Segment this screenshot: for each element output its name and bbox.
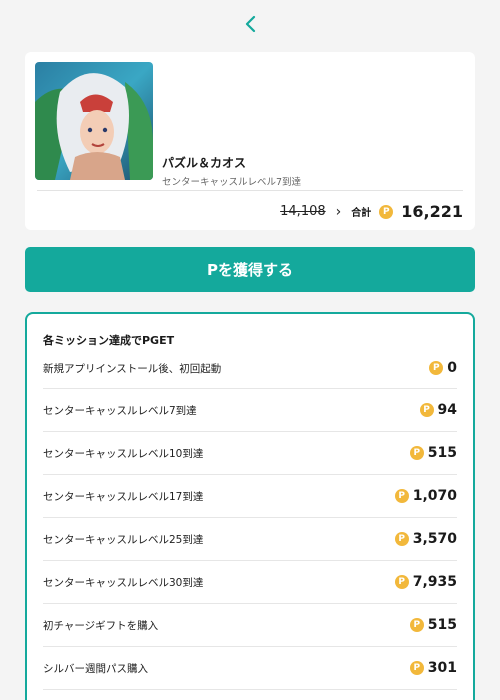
app-card: パズル＆カオス センターキャッスルレベル7到達 14,108 › 合計 P 16… bbox=[25, 52, 475, 230]
point-coin-icon: P bbox=[409, 446, 424, 460]
mission-label: センターキャッスルレベル7到達 bbox=[43, 404, 197, 417]
mission-row: センターキャッスルレベル25到達 P 3,570 bbox=[43, 518, 457, 561]
mission-label: センターキャッスルレベル17到達 bbox=[43, 490, 204, 503]
get-points-button[interactable]: Pを獲得する bbox=[25, 247, 475, 292]
mission-label: シルバー週間パス購入 bbox=[43, 662, 148, 675]
mission-row: シルバー週間パス購入 P 301 bbox=[43, 647, 457, 690]
mission-reward: P 7,935 bbox=[394, 574, 457, 590]
top-bar bbox=[0, 0, 500, 48]
app-thumbnail bbox=[35, 62, 153, 180]
mission-row: センターキャッスルレベル17到達 P 1,070 bbox=[43, 475, 457, 518]
mission-label: 初チャージギフトを購入 bbox=[43, 619, 159, 632]
point-coin-icon: P bbox=[394, 575, 409, 589]
chevron-right-icon: › bbox=[335, 203, 342, 220]
mission-value: 7,935 bbox=[412, 574, 457, 590]
divider bbox=[37, 190, 463, 191]
point-coin-icon: P bbox=[409, 618, 424, 632]
point-coin-icon: P bbox=[394, 532, 409, 546]
mission-row: 初チャージギフトを購入 P 515 bbox=[43, 604, 457, 647]
mission-value: 1,070 bbox=[412, 488, 457, 504]
mission-row: 新規アプリインストール後、初回起動 P 0 bbox=[43, 348, 457, 389]
app-subtitle: センターキャッスルレベル7到達 bbox=[162, 177, 302, 188]
mission-header: 各ミッション達成でPGET bbox=[43, 334, 175, 347]
mission-row: センターキャッスルレベル30到達 P 7,935 bbox=[43, 561, 457, 604]
mission-value: 515 bbox=[427, 445, 457, 461]
mission-reward: P 0 bbox=[429, 360, 457, 376]
old-price: 14,108 bbox=[280, 204, 326, 219]
point-coin-icon: P bbox=[394, 489, 409, 503]
mission-value: 94 bbox=[437, 402, 457, 418]
mission-reward: P 515 bbox=[409, 617, 457, 633]
total-value: 16,221 bbox=[401, 202, 463, 221]
mission-value: 3,570 bbox=[412, 531, 457, 547]
mission-reward: P 515 bbox=[409, 445, 457, 461]
point-coin-icon: P bbox=[429, 361, 444, 375]
chevron-left-icon bbox=[245, 15, 256, 33]
mission-reward: P 1,070 bbox=[394, 488, 457, 504]
mission-card: 各ミッション達成でPGET 新規アプリインストール後、初回起動 P 0 センター… bbox=[25, 312, 475, 700]
back-button[interactable] bbox=[238, 12, 262, 36]
mission-value: 301 bbox=[427, 660, 457, 676]
mission-reward: P 3,570 bbox=[394, 531, 457, 547]
mission-label: センターキャッスルレベル25到達 bbox=[43, 533, 204, 546]
point-coin-icon: P bbox=[379, 204, 394, 219]
mission-label: センターキャッスルレベル10到達 bbox=[43, 447, 204, 460]
mission-label: 新規アプリインストール後、初回起動 bbox=[43, 362, 222, 375]
point-coin-icon: P bbox=[409, 661, 424, 675]
app-title: パズル＆カオス bbox=[162, 156, 247, 170]
price-row: 14,108 › 合計 P 16,221 bbox=[280, 202, 463, 221]
mission-reward: P 301 bbox=[409, 660, 457, 676]
total-label: 合計 bbox=[351, 208, 372, 219]
mission-row: センターキャッスルレベル7到達 P 94 bbox=[43, 389, 457, 432]
mission-row: センターキャッスルレベル10到達 P 515 bbox=[43, 432, 457, 475]
mission-value: 0 bbox=[447, 360, 457, 376]
mission-list: 新規アプリインストール後、初回起動 P 0 センターキャッスルレベル7到達 P … bbox=[43, 348, 457, 690]
mission-reward: P 94 bbox=[419, 402, 457, 418]
mission-label: センターキャッスルレベル30到達 bbox=[43, 576, 204, 589]
point-coin-icon: P bbox=[419, 403, 434, 417]
mission-value: 515 bbox=[427, 617, 457, 633]
